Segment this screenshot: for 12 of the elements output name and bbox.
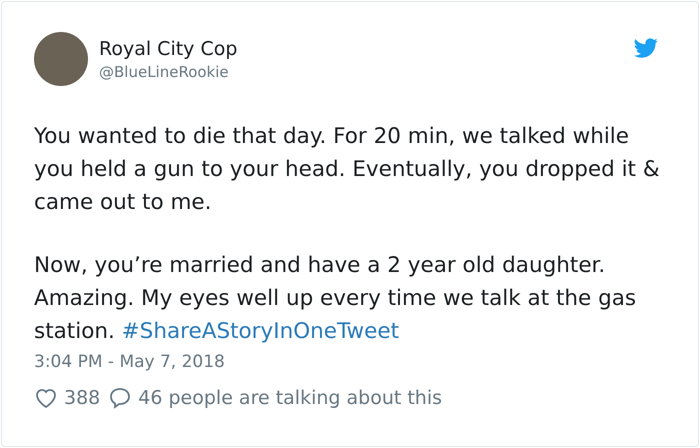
tweet-text: Now, you’re married and have a 2 year old daughter. Amazing. My eyes well up every time we talk at the gas station. #ShareAStoryInOneTweet bbox=[34, 252, 638, 346]
like-count: 388 bbox=[64, 387, 100, 409]
author-name: Royal City Cop bbox=[99, 37, 238, 62]
tweet-text: You wanted to die that day. For 20 min, we talked while you held a gun to your head. Eventually, you dropped it & came out to me. bbox=[34, 123, 661, 217]
bird-icon[interactable] bbox=[634, 36, 658, 60]
avatar-photo-placeholder bbox=[34, 32, 88, 86]
hashtag-link[interactable]: #ShareAStoryInOneTweet bbox=[122, 319, 400, 344]
tweet-timestamp[interactable]: 3:04 PM - May 7, 2018 bbox=[34, 352, 225, 372]
conversation-count[interactable]: 46 people are talking about this bbox=[138, 387, 442, 409]
author-handle: @BlueLineRookie bbox=[99, 62, 230, 82]
speech-bubble-icon[interactable] bbox=[108, 386, 132, 410]
heart-icon[interactable] bbox=[34, 386, 58, 410]
